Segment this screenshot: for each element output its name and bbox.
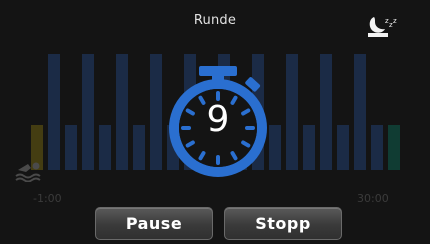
chart-bar xyxy=(371,125,383,170)
pause-button[interactable]: Pause xyxy=(95,207,213,240)
swimmer-icon xyxy=(15,162,41,182)
x-axis-start-label: -1:00 xyxy=(33,192,62,205)
chart-bar xyxy=(337,125,349,170)
chart-bar xyxy=(116,54,128,170)
chart-bar xyxy=(303,125,315,170)
chart-bar xyxy=(388,125,400,170)
pool-round-screen: Runde z z z -1:00 30:00 9 Pause Stopp xyxy=(0,0,430,244)
round-counter: 9 xyxy=(206,99,230,140)
chart-bar xyxy=(320,54,332,170)
sleep-moon-icon[interactable]: z z z xyxy=(366,14,400,38)
chart-bar xyxy=(99,125,111,170)
chart-bar xyxy=(286,54,298,170)
chart-bar xyxy=(82,54,94,170)
stop-button[interactable]: Stopp xyxy=(224,207,342,240)
chart-bar xyxy=(133,125,145,170)
chart-bar xyxy=(150,54,162,170)
svg-text:z: z xyxy=(393,17,397,25)
chart-bar xyxy=(269,125,281,170)
chart-bar xyxy=(65,125,77,170)
chart-bar xyxy=(354,54,366,170)
x-axis-end-label: 30:00 xyxy=(357,192,389,205)
chart-bar xyxy=(48,54,60,170)
